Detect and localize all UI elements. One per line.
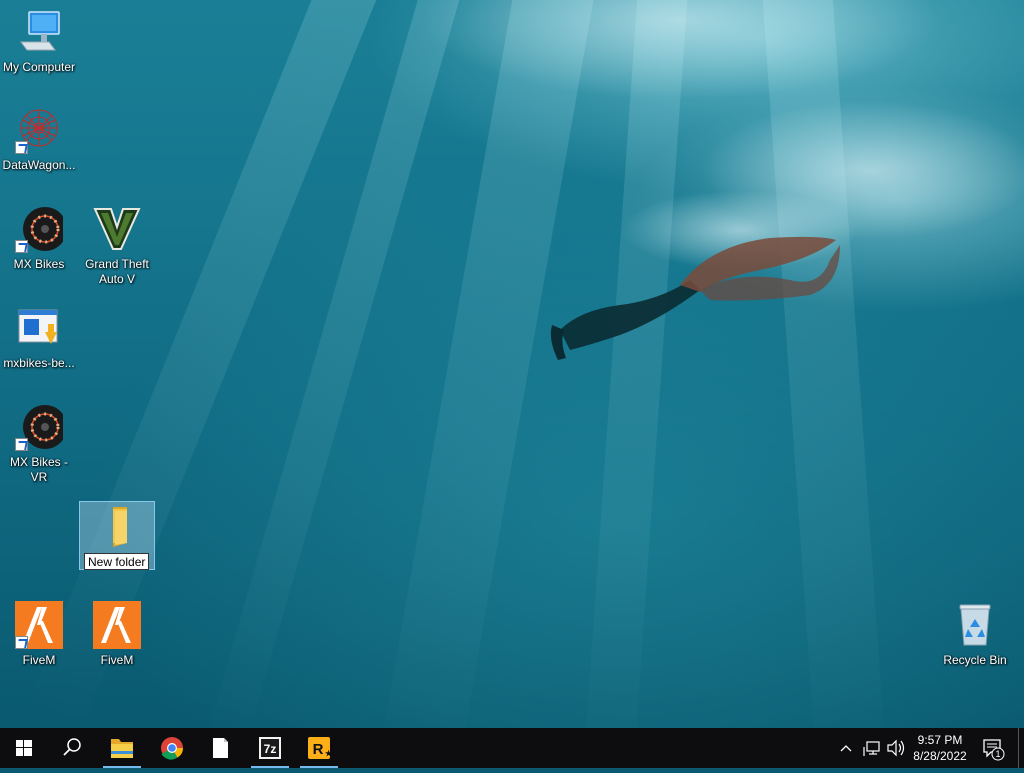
shortcut-arrow-icon: [15, 240, 28, 253]
rockstar-label: R: [313, 741, 324, 758]
svg-text:★: ★: [325, 749, 333, 758]
7zip-label: 7z: [264, 742, 277, 756]
desktop-icon-label: DataWagon...: [2, 158, 76, 172]
folder-icon: [111, 739, 133, 758]
rename-input[interactable]: New folder: [84, 553, 150, 570]
desktop-icon-label: Grand Theft Auto V: [85, 257, 149, 286]
desktop-icon-label: MX Bikes - VR: [9, 455, 68, 484]
desktop-icon-fivem[interactable]: FiveM: [1, 601, 77, 668]
desktop-icon-gta-v[interactable]: Grand Theft Auto V: [79, 205, 155, 287]
search-icon: [63, 738, 81, 756]
desktop-icon-new-folder[interactable]: [79, 503, 155, 551]
start-button[interactable]: [0, 728, 48, 768]
desktop-icon-label: mxbikes-be...: [3, 356, 75, 370]
taskbar-file-explorer[interactable]: [98, 728, 146, 768]
recycle-bin-icon: [959, 604, 991, 646]
speaker-icon: [887, 739, 905, 757]
volume-tray-button[interactable]: [884, 728, 908, 768]
taskbar: 7z R ★ 9:57 PM 8/28/2022 1: [0, 728, 1024, 768]
fivem-icon: [93, 601, 141, 649]
show-hidden-icons-button[interactable]: [836, 728, 856, 768]
desktop-icon-recycle-bin[interactable]: Recycle Bin: [937, 601, 1013, 668]
shortcut-arrow-icon: [15, 141, 28, 154]
windows-logo-icon: [16, 740, 32, 756]
shortcut-arrow-icon: [15, 636, 28, 649]
computer-icon: [20, 11, 60, 51]
installer-icon: [18, 309, 58, 344]
desktop-icon-my-computer[interactable]: My Computer: [1, 8, 77, 75]
desktop-icon-fivem-2[interactable]: FiveM: [79, 601, 155, 668]
chevron-up-icon: [840, 745, 852, 752]
taskbar-7zip[interactable]: 7z: [246, 728, 294, 768]
desktop-icon-label: FiveM: [22, 653, 56, 667]
desktop-icon-datawagon[interactable]: DataWagon...: [1, 106, 77, 173]
show-desktop-button[interactable]: [1018, 728, 1024, 768]
desktop-icon-label: MX Bikes: [13, 257, 65, 271]
desktop-icon-label: FiveM: [100, 653, 134, 667]
desktop-icon-mx-bikes[interactable]: MX Bikes: [1, 205, 77, 272]
chrome-icon: [161, 737, 183, 760]
clock-tray-button[interactable]: 9:57 PM 8/28/2022: [910, 728, 970, 768]
gta-v-icon: [93, 208, 141, 250]
taskbar-document[interactable]: [196, 728, 244, 768]
taskbar-chrome[interactable]: [148, 728, 196, 768]
action-center-button[interactable]: 1: [978, 728, 1010, 768]
folder-icon: [113, 507, 127, 547]
document-icon: [213, 738, 228, 758]
network-tray-button[interactable]: [860, 728, 884, 768]
shortcut-arrow-icon: [15, 438, 28, 451]
desktop-icon-label: Recycle Bin: [943, 653, 1007, 667]
7zip-icon: 7z: [259, 737, 281, 759]
desktop-icon-mx-bikes-vr[interactable]: MX Bikes - VR: [1, 403, 77, 485]
taskbar-rockstar-launcher[interactable]: R ★: [295, 728, 343, 768]
notification-count: 1: [995, 749, 1001, 759]
clock-date: 8/28/2022: [913, 749, 967, 763]
desktop-icon-mxbikes-installer[interactable]: mxbikes-be...: [1, 304, 77, 371]
desktop-icon-label: My Computer: [2, 60, 76, 74]
swimmer-image: [550, 236, 840, 360]
clock-time: 9:57 PM: [917, 733, 963, 747]
search-button[interactable]: [48, 728, 96, 768]
network-icon: [863, 741, 880, 756]
rockstar-icon: R ★: [308, 737, 333, 759]
